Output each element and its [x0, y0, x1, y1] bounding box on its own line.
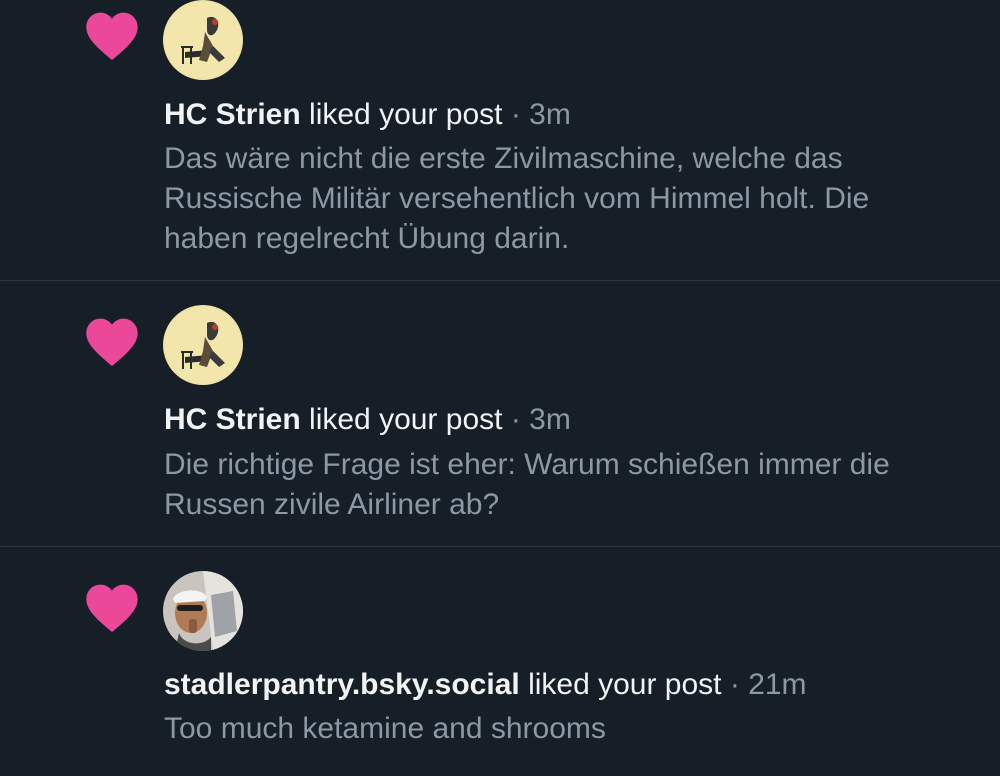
heart-icon	[86, 12, 138, 61]
author-name[interactable]: HC Strien	[164, 403, 301, 436]
post-text[interactable]: Too much ketamine and shrooms	[164, 709, 960, 749]
notification-header: HC Strien liked your post · 3m	[164, 95, 970, 135]
timestamp: 3m	[529, 403, 571, 436]
action-text: liked your post	[528, 668, 722, 701]
author-name[interactable]: HC Strien	[164, 98, 301, 131]
notification-item[interactable]: HC Strien liked your post · 3m Die richt…	[0, 281, 1000, 547]
action-text: liked your post	[309, 403, 503, 436]
heart-icon	[86, 584, 138, 633]
avatar[interactable]	[163, 0, 243, 80]
avatar[interactable]	[163, 305, 243, 385]
timestamp: 3m	[529, 98, 571, 131]
notification-item[interactable]: stadlerpantry.bsky.social liked your pos…	[0, 547, 1000, 776]
author-name[interactable]: stadlerpantry.bsky.social	[164, 668, 520, 701]
notification-item[interactable]: HC Strien liked your post · 3m Das wäre …	[0, 0, 1000, 281]
avatar[interactable]	[163, 571, 243, 651]
separator: ·	[729, 668, 740, 701]
notification-feed: HC Strien liked your post · 3m Das wäre …	[0, 0, 1000, 776]
notification-header: stadlerpantry.bsky.social liked your pos…	[164, 665, 970, 705]
separator: ·	[510, 403, 521, 436]
notification-header: HC Strien liked your post · 3m	[164, 400, 970, 440]
heart-icon	[86, 318, 138, 367]
post-text[interactable]: Das wäre nicht die erste Zivilmaschine, …	[164, 139, 960, 259]
timestamp: 21m	[748, 668, 807, 701]
action-text: liked your post	[309, 98, 503, 131]
separator: ·	[510, 98, 521, 131]
post-text[interactable]: Die richtige Frage ist eher: Warum schie…	[164, 445, 960, 525]
